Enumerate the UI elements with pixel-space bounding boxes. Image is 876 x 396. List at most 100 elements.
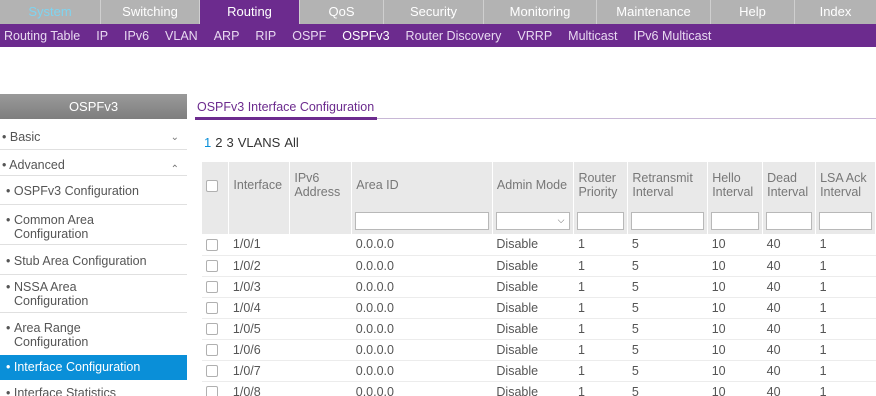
divider: [0, 244, 187, 245]
table-header-row: Interface IPv6 Address Area ID Admin Mod…: [202, 162, 876, 208]
table-row[interactable]: 1/0/4 0.0.0.0 Disable 1 5 10 40 1: [202, 297, 876, 319]
page-link-vlans[interactable]: VLANS: [238, 135, 281, 150]
cell-area: 0.0.0.0: [351, 318, 493, 340]
row-checkbox[interactable]: [206, 386, 218, 396]
sidebar-item-area-range[interactable]: • Area Range Configuration: [0, 321, 187, 349]
sidebar-item-interface-configuration[interactable]: • Interface Configuration: [0, 355, 187, 380]
column-header: Interface: [228, 162, 291, 208]
column-header: Router Priority: [573, 162, 629, 208]
row-checkbox[interactable]: [206, 302, 218, 315]
cell-ipv6-address: [289, 381, 352, 396]
sidebar-item-label: Common Area Configuration: [14, 213, 94, 241]
page-link-2[interactable]: 2: [215, 135, 222, 150]
retransmit-interval-input[interactable]: [631, 212, 705, 230]
sidebar-item-nssa-area[interactable]: • NSSA Area Configuration: [0, 280, 187, 308]
table-row[interactable]: 1/0/1 0.0.0.0 Disable 1 5 10 40 1: [202, 234, 876, 256]
tab-routing[interactable]: Routing: [200, 0, 300, 24]
tab-system[interactable]: System: [0, 0, 101, 24]
table-row[interactable]: 1/0/6 0.0.0.0 Disable 1 5 10 40 1: [202, 339, 876, 361]
subnav-rip[interactable]: RIP: [255, 29, 276, 43]
top-nav: System Switching Routing QoS Security Mo…: [0, 0, 876, 24]
sidebar-item-ospfv3-configuration[interactable]: • OSPFv3 Configuration: [0, 184, 187, 198]
cell-lsa: 1: [815, 276, 876, 298]
pagination: 1 2 3 VLANS All: [204, 135, 299, 150]
area-id-input[interactable]: [355, 212, 489, 230]
subnav-routing-table[interactable]: Routing Table: [4, 29, 80, 43]
subnav-multicast[interactable]: Multicast: [568, 29, 617, 43]
cell-lsa: 1: [815, 381, 876, 396]
cell-iface: 1/0/5: [228, 318, 290, 340]
subnav-ospf[interactable]: OSPF: [292, 29, 326, 43]
tab-index[interactable]: Index: [795, 0, 876, 24]
tab-maintenance[interactable]: Maintenance: [597, 0, 711, 24]
cell-mode: Disable: [492, 381, 574, 396]
table-row[interactable]: 1/0/5 0.0.0.0 Disable 1 5 10 40 1: [202, 318, 876, 340]
select-all-checkbox[interactable]: [206, 179, 218, 192]
cell-iface: 1/0/8: [228, 381, 290, 396]
sidebar-item-label: Stub Area Configuration: [13, 254, 147, 268]
sidebar: OSPFv3 • Basic ⌄ • Advanced ⌃ • OSPFv3 C…: [0, 94, 187, 396]
row-checkbox[interactable]: [206, 344, 218, 357]
column-header: Dead Interval: [762, 162, 817, 208]
router-priority-input[interactable]: [577, 212, 625, 230]
cell-hello: 10: [707, 276, 763, 298]
cell-area: 0.0.0.0: [351, 276, 493, 298]
subnav-vlan[interactable]: VLAN: [165, 29, 198, 43]
row-checkbox[interactable]: [206, 281, 218, 294]
divider: [0, 274, 187, 275]
cell-iface: 1/0/2: [228, 255, 290, 277]
cell-iface: 1/0/3: [228, 276, 290, 298]
page-title[interactable]: OSPFv3 Interface Configuration: [197, 100, 374, 114]
page-link-all[interactable]: All: [284, 135, 298, 150]
lsa-ack-interval-input[interactable]: [819, 212, 872, 230]
edit-row: ⌵: [202, 208, 876, 234]
cell-ipv6-address: [289, 318, 352, 340]
sidebar-item-stub-area[interactable]: • Stub Area Configuration: [0, 254, 187, 268]
table-row[interactable]: 1/0/2 0.0.0.0 Disable 1 5 10 40 1: [202, 255, 876, 277]
cell-prio: 1: [573, 297, 628, 319]
page-link-3[interactable]: 3: [226, 135, 233, 150]
table-body: 1/0/1 0.0.0.0 Disable 1 5 10 40 1 1/0/2 0.0.0.0 Di…: [202, 234, 876, 396]
page-link-1[interactable]: 1: [204, 135, 211, 150]
row-checkbox[interactable]: [206, 260, 218, 273]
cell-retx: 5: [627, 318, 708, 340]
tab-qos[interactable]: QoS: [300, 0, 384, 24]
hello-interval-input[interactable]: [711, 212, 760, 230]
sidebar-item-advanced[interactable]: • Advanced ⌃: [0, 158, 187, 175]
tab-monitoring[interactable]: Monitoring: [484, 0, 597, 24]
tab-help[interactable]: Help: [711, 0, 795, 24]
column-header: IPv6 Address: [289, 162, 353, 208]
tab-security[interactable]: Security: [384, 0, 484, 24]
subnav-router-discovery[interactable]: Router Discovery: [406, 29, 502, 43]
row-checkbox[interactable]: [206, 323, 218, 336]
sidebar-item-interface-statistics[interactable]: • Interface Statistics: [0, 386, 187, 396]
subnav-vrrp[interactable]: VRRP: [517, 29, 552, 43]
active-tab-indicator: [195, 117, 377, 120]
sidebar-item-label: Basic: [9, 130, 41, 144]
subnav-arp[interactable]: ARP: [214, 29, 240, 43]
row-checkbox[interactable]: [206, 365, 218, 378]
column-header: Hello Interval: [707, 162, 764, 208]
admin-mode-select[interactable]: ⌵: [495, 212, 571, 230]
cell-dead: 40: [762, 318, 816, 340]
cell-dead: 40: [762, 297, 816, 319]
cell-lsa: 1: [815, 297, 876, 319]
cell-area: 0.0.0.0: [351, 339, 493, 361]
table-row[interactable]: 1/0/8 0.0.0.0 Disable 1 5 10 40 1: [202, 381, 876, 396]
table-row[interactable]: 1/0/3 0.0.0.0 Disable 1 5 10 40 1: [202, 276, 876, 298]
row-checkbox[interactable]: [206, 238, 218, 251]
subnav-ip[interactable]: IP: [96, 29, 108, 43]
dead-interval-input[interactable]: [766, 212, 813, 230]
table-row[interactable]: 1/0/7 0.0.0.0 Disable 1 5 10 40 1: [202, 360, 876, 382]
cell-prio: 1: [573, 255, 628, 277]
cell-ipv6-address: [289, 297, 352, 319]
sidebar-item-basic[interactable]: • Basic ⌄: [0, 130, 187, 144]
sidebar-item-common-area[interactable]: • Common Area Configuration: [0, 213, 187, 241]
cell-dead: 40: [762, 255, 816, 277]
cell-iface: 1/0/7: [228, 360, 290, 382]
subnav-ipv6[interactable]: IPv6: [124, 29, 149, 43]
tab-switching[interactable]: Switching: [101, 0, 200, 24]
cell-area: 0.0.0.0: [351, 297, 493, 319]
subnav-ipv6-multicast[interactable]: IPv6 Multicast: [633, 29, 711, 43]
subnav-ospfv3[interactable]: OSPFv3: [342, 29, 389, 43]
